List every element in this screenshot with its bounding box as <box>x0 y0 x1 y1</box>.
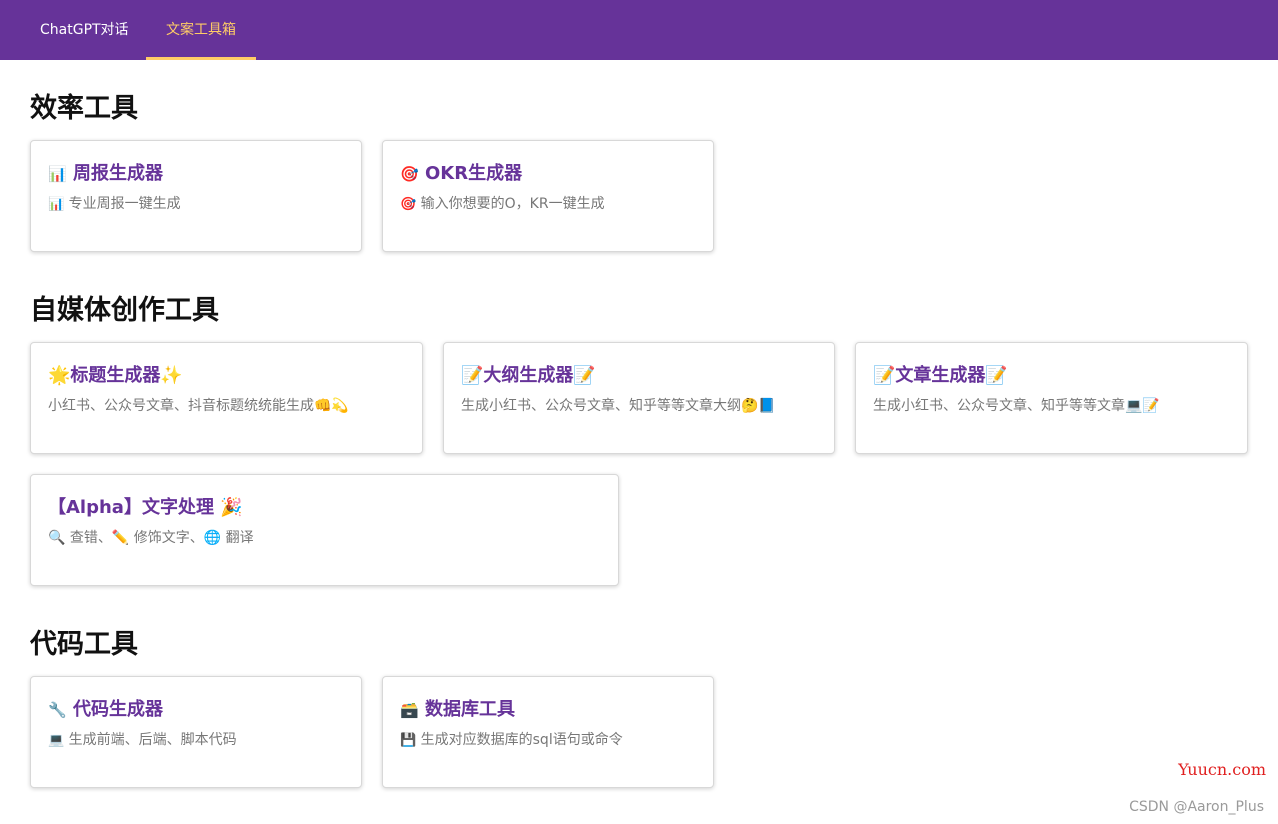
card-description: 🔍 查错、✏️ 修饰文字、🌐 翻译 <box>48 530 254 546</box>
card-description-text: 生成对应数据库的sql语句或命令 <box>420 732 623 748</box>
card-title: 【Alpha】文字处理 🎉 <box>48 497 243 518</box>
card-description: 📊 专业周报一键生成 <box>48 194 347 215</box>
floppy-disk-icon: 💾 <box>400 733 417 748</box>
bar-chart-icon: 📊 <box>48 165 67 183</box>
laptop-icon: 💻 <box>48 733 65 748</box>
wrench-icon: 🔧 <box>48 701 67 719</box>
card-description-text: 专业周报一键生成 <box>68 196 181 212</box>
card-title: 🔧 代码生成器 <box>48 695 163 721</box>
card-title: 📝大纲生成器📝 <box>461 365 596 386</box>
card-title-text: 代码生成器 <box>72 699 163 720</box>
tool-card-article-generator[interactable]: 📝文章生成器📝 生成小红书、公众号文章、知乎等等文章💻📝 <box>855 342 1248 454</box>
card-description: 小红书、公众号文章、抖音标题统统能生成👊💫 <box>48 398 349 414</box>
section-title-efficiency-tools: 效率工具 <box>30 93 138 124</box>
author-watermark: CSDN @Aaron_Plus <box>1129 799 1264 815</box>
tool-card-weekly-report[interactable]: 📊 周报生成器 📊 专业周报一键生成 <box>30 140 362 252</box>
card-title-text: OKR生成器 <box>424 163 523 184</box>
tool-card-okr[interactable]: 🎯 OKR生成器 🎯 输入你想要的O，KR一键生成 <box>382 140 714 252</box>
card-description: 生成小红书、公众号文章、知乎等等文章💻📝 <box>873 398 1160 414</box>
tab-copywriting-toolbox[interactable]: 文案工具箱 <box>146 0 256 60</box>
card-title: 🎯 OKR生成器 <box>400 159 522 185</box>
bar-chart-icon: 📊 <box>48 197 65 212</box>
card-title-text: 数据库工具 <box>424 699 515 720</box>
card-title: 📝文章生成器📝 <box>873 365 1008 386</box>
card-description-text: 输入你想要的O，KR一键生成 <box>420 196 605 212</box>
tool-card-code-generator[interactable]: 🔧 代码生成器 💻 生成前端、后端、脚本代码 <box>30 676 362 788</box>
top-nav-bar: ChatGPT对话 文案工具箱 <box>0 0 1278 60</box>
file-box-icon: 🗃️ <box>400 701 419 719</box>
tool-card-database-tool[interactable]: 🗃️ 数据库工具 💾 生成对应数据库的sql语句或命令 <box>382 676 714 788</box>
target-icon: 🎯 <box>400 197 417 212</box>
section-title-code-tools: 代码工具 <box>30 629 138 660</box>
target-icon: 🎯 <box>400 165 419 183</box>
tab-chatgpt-chat[interactable]: ChatGPT对话 <box>40 0 129 60</box>
card-description: 💻 生成前端、后端、脚本代码 <box>48 730 347 751</box>
tool-card-title-generator[interactable]: 🌟标题生成器✨ 小红书、公众号文章、抖音标题统统能生成👊💫 <box>30 342 423 454</box>
section-title-media-creation-tools: 自媒体创作工具 <box>30 295 219 326</box>
card-title: 📊 周报生成器 <box>48 159 163 185</box>
card-description: 生成小红书、公众号文章、知乎等等文章大纲🤔📘 <box>461 398 776 414</box>
site-watermark: Yuucn.com <box>1178 760 1266 779</box>
tool-card-text-processing[interactable]: 【Alpha】文字处理 🎉 🔍 查错、✏️ 修饰文字、🌐 翻译 <box>30 474 619 586</box>
card-title: 🗃️ 数据库工具 <box>400 695 515 721</box>
card-description: 💾 生成对应数据库的sql语句或命令 <box>400 730 699 751</box>
card-title-text: 周报生成器 <box>72 163 163 184</box>
card-title: 🌟标题生成器✨ <box>48 365 183 386</box>
card-description: 🎯 输入你想要的O，KR一键生成 <box>400 194 699 215</box>
card-description-text: 生成前端、后端、脚本代码 <box>68 732 237 748</box>
tool-card-outline-generator[interactable]: 📝大纲生成器📝 生成小红书、公众号文章、知乎等等文章大纲🤔📘 <box>443 342 835 454</box>
